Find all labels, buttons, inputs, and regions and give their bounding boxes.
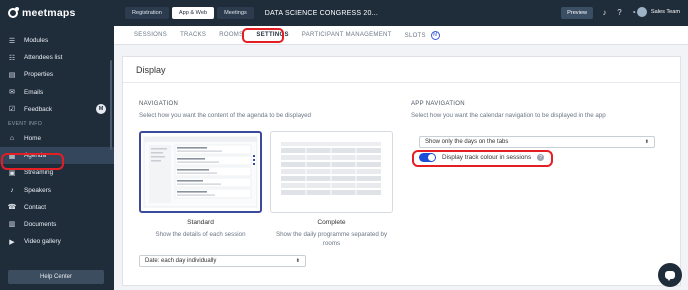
sidebar-item-feedback[interactable]: ☑ Feedback M	[0, 101, 114, 118]
event-name[interactable]: DATA SCIENCE CONGRESS 20...	[265, 10, 378, 17]
chat-icon	[665, 271, 675, 281]
help-icon[interactable]: ?	[615, 8, 624, 17]
contact-icon: ☎	[7, 204, 17, 212]
toggle-highlight-annotation	[412, 150, 553, 167]
sidebar-item-label: Emails	[24, 88, 44, 96]
brand-name: meetmaps	[22, 7, 76, 19]
video-icon: ▶	[9, 238, 15, 246]
help-center-button[interactable]: Help Center	[8, 270, 104, 284]
select-caret-icon: ⬍	[644, 139, 649, 145]
sidebar-item-label: Modules	[24, 37, 49, 45]
complete-description: Show the daily programme separated by ro…	[275, 231, 388, 247]
top-tab-meetings[interactable]: Meetings	[217, 7, 254, 19]
calendar-navigation-select[interactable]: Show only the days on the tabs ⬍	[419, 136, 655, 148]
sidebar-item-modules[interactable]: ☰ Modules	[0, 32, 114, 49]
sidebar-item-label: Speakers	[24, 186, 51, 194]
user-name: Sales Team	[650, 9, 680, 15]
sidebar-item-label: Feedback	[24, 105, 53, 113]
top-bar: Registration App & Web Meetings DATA SCI…	[114, 0, 688, 26]
feedback-icon: ☑	[8, 106, 16, 114]
sidebar-nav: ☰ Modules ☷ Attendees list ▤ Properties …	[0, 32, 114, 250]
sidebar-item-label: Video gallery	[24, 238, 61, 246]
agenda-subtabs: SESSIONS TRACKS ROOMS SETTINGS PARTICIPA…	[114, 26, 688, 45]
date-select-value: Date: each day individually	[145, 258, 217, 264]
calendar-navigation-value: Show only the days on the tabs	[425, 139, 509, 145]
sidebar-scrollbar[interactable]	[110, 60, 112, 150]
sidebar-item-documents[interactable]: ▥ Documents	[0, 216, 114, 233]
list-icon: ☷	[8, 54, 16, 62]
complete-label: Complete	[317, 219, 346, 226]
mail-icon: ✉	[9, 89, 15, 97]
tab-participant-management[interactable]: PARTICIPANT MANAGEMENT	[302, 32, 392, 38]
preview-button[interactable]: Preview	[561, 7, 593, 19]
standard-description: Show the details of each session	[155, 231, 246, 238]
sidebar-item-label: Attendees list	[24, 54, 63, 62]
sidebar-item-label: Contact	[24, 203, 47, 211]
tab-rooms[interactable]: ROOMS	[219, 32, 243, 38]
module-badge: M	[430, 30, 440, 40]
date-select[interactable]: Date: each day individually ⬍	[139, 255, 306, 267]
complete-option[interactable]	[270, 131, 393, 213]
sidebar: meetmaps ☰ Modules ☷ Attendees list ▤ Pr…	[0, 0, 114, 290]
tab-slots-label: SLOTS	[404, 32, 426, 39]
tab-sessions[interactable]: SESSIONS	[134, 32, 167, 38]
top-tab-registration[interactable]: Registration	[125, 7, 169, 19]
settings-highlight-annotation	[242, 28, 284, 43]
bell-icon[interactable]: ♪	[600, 8, 609, 17]
sidebar-item-label: Home	[24, 135, 42, 143]
sidebar-item-label: Streaming	[24, 169, 54, 177]
tab-tracks[interactable]: TRACKS	[180, 32, 206, 38]
menu-icon: ☰	[8, 37, 16, 45]
sidebar-item-attendees-list[interactable]: ☷ Attendees list	[0, 49, 114, 66]
logo[interactable]: meetmaps	[0, 0, 114, 26]
microphone-icon: ♪	[10, 186, 14, 194]
section-title: Display	[123, 57, 680, 83]
meetmaps-logo-icon	[8, 7, 19, 18]
avatar	[636, 7, 647, 17]
standard-preview-image	[143, 136, 258, 208]
sidebar-item-label: Documents	[24, 220, 57, 228]
tab-slots[interactable]: SLOTS M	[404, 30, 440, 40]
app-navigation-description: Select how you want the calendar navigat…	[411, 112, 606, 119]
agenda-highlight-annotation	[1, 153, 64, 170]
standard-label: Standard	[187, 219, 214, 226]
sidebar-section-label: EVENT INFO	[8, 120, 43, 127]
sidebar-item-speakers[interactable]: ♪ Speakers	[0, 182, 114, 199]
sidebar-item-properties[interactable]: ▤ Properties	[0, 66, 114, 83]
user-menu[interactable]: Sales Team	[636, 7, 680, 17]
sidebar-item-video-gallery[interactable]: ▶ Video gallery	[0, 233, 114, 250]
module-badge: M	[96, 104, 106, 115]
documents-icon: ▥	[8, 221, 16, 229]
top-tab-app-web[interactable]: App & Web	[171, 7, 215, 19]
sidebar-item-contact[interactable]: ☎ Contact	[0, 199, 114, 216]
properties-icon: ▤	[8, 71, 16, 79]
streaming-icon: ▣	[8, 169, 16, 177]
display-card: Display NAVIGATION Select how you want t…	[122, 56, 681, 286]
navigation-description: Select how you want the content of the a…	[139, 112, 311, 119]
app-navigation-title: APP NAVIGATION	[411, 101, 465, 107]
chat-button[interactable]	[658, 263, 682, 287]
sidebar-item-home[interactable]: ⌂ Home	[0, 130, 114, 147]
sidebar-item-label: Properties	[24, 71, 54, 79]
standard-option[interactable]	[139, 131, 262, 213]
navigation-title: NAVIGATION	[139, 101, 179, 107]
select-caret-icon: ⬍	[295, 258, 300, 264]
complete-preview-image	[275, 140, 388, 202]
home-icon: ⌂	[9, 135, 15, 143]
sidebar-item-emails[interactable]: ✉ Emails	[0, 84, 114, 101]
